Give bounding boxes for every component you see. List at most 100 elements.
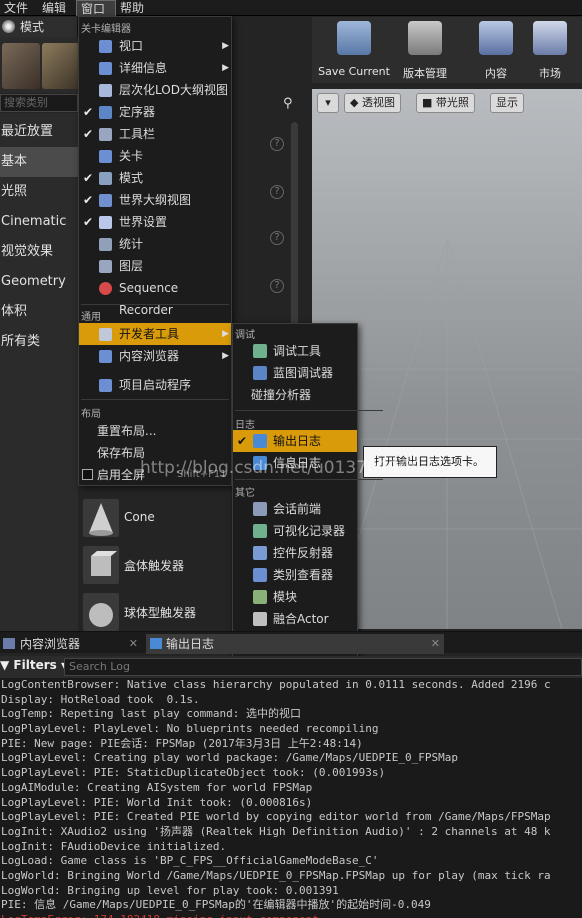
menu-item[interactable]: 图层	[79, 255, 231, 277]
menu-item[interactable]: 重置布局...	[79, 420, 231, 442]
details-icon	[99, 62, 112, 75]
menu-item[interactable]: 项目启动程序	[79, 374, 231, 396]
menu-item[interactable]: Sequence Recorder	[79, 277, 231, 317]
log-line: LogPlayLevel: PIE: World Init took: (0.0…	[1, 795, 313, 809]
asset-label: 球体型触发器	[124, 606, 197, 620]
search-icon[interactable]: ⚲	[283, 96, 293, 111]
category-item[interactable]: 基本	[0, 147, 78, 177]
place-mode-icon[interactable]	[2, 43, 40, 89]
viewport-options-button[interactable]: ▾	[317, 93, 339, 113]
menu-item[interactable]: 详细信息 ▶	[79, 57, 231, 79]
source-control-button[interactable]: 版本管理	[396, 21, 454, 81]
menu-bar: 文件 编辑 窗口 帮助	[0, 0, 582, 16]
submenu-arrow-icon: ▶	[222, 63, 229, 73]
check-icon: ✔	[237, 434, 248, 448]
menu-item[interactable]: 控件反射器	[233, 542, 357, 564]
menu-separator	[235, 410, 383, 411]
class-viewer-icon	[253, 568, 267, 582]
menu-item[interactable]: 模块	[233, 586, 357, 608]
menu-item[interactable]: 关卡	[79, 145, 231, 167]
menu-window[interactable]: 窗口	[76, 0, 117, 16]
record-icon	[99, 282, 112, 295]
lit-button[interactable]: ■ 带光照	[416, 93, 475, 113]
marketplace-button[interactable]: 市场	[526, 21, 574, 81]
log-line: LogInit: XAudio2 using '扬声器 (Realtek Hig…	[1, 824, 551, 838]
menu-item[interactable]: 调试工具	[233, 340, 357, 362]
perspective-button[interactable]: ◆ 透视图	[344, 93, 401, 113]
log-search-input[interactable]: Search Log	[64, 658, 582, 676]
category-item[interactable]: 体积	[0, 297, 78, 327]
menu-item[interactable]: 蓝图调试器	[233, 362, 357, 384]
category-search-input[interactable]: 搜索类别	[0, 94, 78, 112]
category-item[interactable]: 所有类	[0, 327, 78, 357]
menu-item[interactable]: 融合Actor	[233, 608, 357, 630]
help-icon[interactable]: ?	[270, 185, 284, 199]
sphere-trigger-thumbnail	[83, 593, 119, 631]
fullscreen-checkbox[interactable]	[82, 469, 93, 480]
log-line: PIE: 信息 /Game/Maps/UEDPIE_0_FPSMap的'在编辑器…	[1, 898, 431, 912]
category-item[interactable]: Geometry	[0, 267, 78, 297]
menu-item[interactable]: 内容浏览器 ▶	[79, 345, 231, 367]
help-icon[interactable]: ?	[270, 137, 284, 151]
show-button[interactable]: 显示	[490, 93, 524, 113]
menu-item[interactable]: 类别查看器	[233, 564, 357, 586]
bottom-tab-bar: 内容浏览器 ✕ 输出日志 ✕	[0, 631, 582, 654]
help-icon[interactable]: ?	[270, 279, 284, 293]
category-item[interactable]: 视觉效果	[0, 237, 78, 267]
outliner-icon	[99, 194, 112, 207]
menu-item[interactable]: 视口 ▶	[79, 35, 231, 57]
menu-item[interactable]: 统计	[79, 233, 231, 255]
menu-item[interactable]: ✔ 世界大纲视图	[79, 189, 231, 211]
marketplace-icon	[533, 21, 567, 55]
save-current-button[interactable]: Save Current	[316, 21, 392, 81]
menu-separator	[81, 399, 229, 400]
menu-item[interactable]: ✔ 输出日志	[233, 430, 357, 452]
tab-content-browser[interactable]: 内容浏览器 ✕	[0, 634, 142, 654]
category-item[interactable]: 光照	[0, 177, 78, 207]
help-icon[interactable]: ?	[270, 231, 284, 245]
check-icon: ✔	[83, 193, 94, 207]
log-line: LogTemp: Repeting last play command: 选中的…	[1, 707, 302, 721]
content-button[interactable]: 内容	[472, 21, 520, 81]
main-toolbar: Save Current 版本管理 内容 市场	[312, 17, 582, 83]
log-line: LogInit: FAudioDevice initialized.	[1, 839, 227, 853]
log-filter-bar: ▼ Filters ▾ Search Log	[0, 656, 582, 678]
menu-item[interactable]: 层次化LOD大纲视图	[79, 79, 231, 101]
menu-edit[interactable]: 编辑	[38, 0, 76, 16]
save-icon	[337, 21, 371, 55]
menu-file[interactable]: 文件	[0, 0, 38, 16]
session-frontend-icon	[253, 502, 267, 516]
check-icon: ✔	[83, 105, 94, 119]
check-icon: ✔	[83, 171, 94, 185]
submenu-arrow-icon: ▶	[222, 41, 229, 51]
asset-label: 盒体触发器	[124, 559, 185, 573]
menu-item[interactable]: ✔ 定序器	[79, 101, 231, 123]
viewport-icon	[99, 40, 112, 53]
stats-icon	[99, 238, 112, 251]
menu-item[interactable]: 碰撞分析器	[233, 384, 357, 406]
menu-item[interactable]: ✔ 工具栏	[79, 123, 231, 145]
asset-scroll-thumb[interactable]	[291, 122, 298, 332]
output-log: LogContentBrowser: Native class hierarch…	[0, 678, 582, 918]
close-icon[interactable]: ✕	[129, 634, 138, 654]
menu-item[interactable]: 开发者工具 ▶	[79, 323, 231, 345]
menu-item[interactable]: 会话前端	[233, 498, 357, 520]
modes-tab[interactable]: 模式	[0, 17, 78, 37]
tab-output-log[interactable]: 输出日志 ✕	[146, 634, 444, 654]
category-list: 最近放置 基本 光照 Cinematic 视觉效果 Geometry 体积 所有类	[0, 113, 78, 631]
sequencer-icon	[99, 106, 112, 119]
log-line: PIE: New page: PIE会话: FPSMap (2017年3月3日 …	[1, 736, 363, 750]
menu-item[interactable]: 可视化记录器	[233, 520, 357, 542]
paint-mode-icon[interactable]	[42, 43, 80, 89]
menu-help[interactable]: 帮助	[116, 0, 154, 16]
category-item[interactable]: 最近放置	[0, 117, 78, 147]
content-browser-icon	[3, 638, 15, 649]
category-item[interactable]: Cinematic	[0, 207, 78, 237]
filters-button[interactable]: ▼ Filters ▾	[0, 658, 67, 672]
log-line: LogAIModule: Creating AISystem for world…	[1, 780, 313, 794]
menu-item[interactable]: ✔ 世界设置	[79, 211, 231, 233]
watermark: http://blog.csdn.net/u013700908	[140, 458, 422, 478]
menu-item[interactable]: ✔ 模式	[79, 167, 231, 189]
close-icon[interactable]: ✕	[431, 634, 440, 654]
asset-label: Cone	[124, 510, 155, 524]
